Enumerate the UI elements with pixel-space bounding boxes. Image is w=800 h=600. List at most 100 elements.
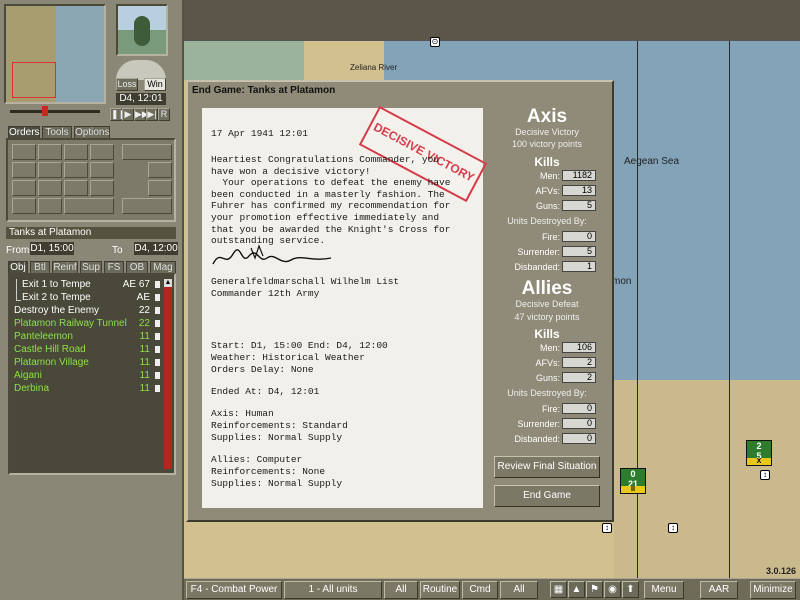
unit-counter[interactable]: 0 21 II bbox=[620, 468, 646, 494]
objectives-scrollbar[interactable] bbox=[164, 279, 172, 469]
cmd-button[interactable]: Cmd bbox=[462, 581, 498, 599]
time-slider[interactable] bbox=[10, 110, 100, 113]
results-panel: Axis Decisive Victory 100 victory points… bbox=[488, 102, 606, 502]
order-button[interactable] bbox=[38, 180, 62, 196]
order-button[interactable] bbox=[12, 162, 36, 178]
unit-icon[interactable]: ⚑ bbox=[586, 581, 603, 598]
left-panel: Loss Win D4, 12:01 ❚❚ ▶ ▶▶ ▶| R Orders T… bbox=[0, 0, 184, 600]
letter-date: 17 Apr 1941 12:01 bbox=[211, 128, 308, 139]
objective-row[interactable]: Destroy the Enemy 22 bbox=[14, 304, 160, 317]
objective-value: 22 bbox=[138, 305, 150, 316]
flag-icon bbox=[155, 320, 160, 327]
signature bbox=[211, 244, 351, 270]
objective-owner: AE bbox=[122, 279, 137, 290]
order-button[interactable] bbox=[90, 180, 114, 196]
pause-icon[interactable]: ❚❚ bbox=[110, 108, 126, 121]
order-button[interactable] bbox=[90, 162, 114, 178]
order-button[interactable] bbox=[38, 162, 62, 178]
replay-button[interactable]: R bbox=[158, 108, 170, 121]
menu-button[interactable]: Menu bbox=[644, 581, 684, 599]
allies-kills-heading: Kills bbox=[534, 327, 560, 341]
map-grid-line bbox=[729, 40, 730, 578]
map-grid-line bbox=[637, 40, 638, 578]
letter-axis-player: Axis: Human bbox=[211, 408, 274, 419]
order-button[interactable] bbox=[64, 180, 88, 196]
all-cmd-button[interactable]: All bbox=[500, 581, 538, 599]
combat-power-button[interactable]: F4 - Combat Power bbox=[186, 581, 282, 599]
order-button[interactable] bbox=[64, 162, 88, 178]
objective-row[interactable]: Platamon Village 11 bbox=[14, 356, 160, 369]
order-button[interactable] bbox=[38, 144, 62, 160]
axis-afvs-label: AFVs: bbox=[535, 186, 560, 196]
objective-value: 67 bbox=[138, 279, 150, 290]
objective-value: 11 bbox=[139, 370, 150, 381]
objective-points: 22 bbox=[139, 304, 150, 317]
version-label: 3.0.126 bbox=[765, 566, 796, 576]
objective-name: Platamon Railway Tunnel bbox=[14, 318, 127, 329]
order-button[interactable] bbox=[12, 144, 36, 160]
allies-surrender-label: Surrender: bbox=[517, 419, 560, 429]
axis-destroyed-heading: Units Destroyed By: bbox=[507, 216, 587, 226]
scenario-name: Tanks at Platamon bbox=[6, 227, 176, 239]
scroll-up-icon[interactable]: ▲ bbox=[164, 279, 172, 287]
highlight-icon[interactable]: ◉ bbox=[604, 581, 621, 598]
letter-signer-title: Commander 12th Army bbox=[211, 288, 320, 299]
flag-marker-icon[interactable]: ↕ bbox=[602, 523, 612, 533]
order-button[interactable] bbox=[90, 144, 114, 160]
axis-surrender-label: Surrender: bbox=[517, 247, 560, 257]
order-button[interactable] bbox=[122, 198, 172, 214]
objective-owner: AE bbox=[136, 292, 150, 303]
objective-marker-icon[interactable]: ⊙ bbox=[430, 37, 440, 47]
end-game-button[interactable]: End Game bbox=[494, 485, 600, 507]
objective-row[interactable]: Platamon Railway Tunnel 22 bbox=[14, 317, 160, 330]
objective-points: 11 bbox=[140, 343, 150, 356]
objective-row[interactable]: Castle Hill Road 11 bbox=[14, 343, 160, 356]
aar-button[interactable]: AAR bbox=[700, 581, 738, 599]
to-value: D4, 12:00 bbox=[134, 242, 178, 255]
allies-surrender-value: 0 bbox=[562, 418, 596, 429]
order-button[interactable] bbox=[122, 144, 172, 160]
flag-marker-icon[interactable]: ↕ bbox=[668, 523, 678, 533]
order-button[interactable] bbox=[12, 180, 36, 196]
minimap-viewport bbox=[12, 62, 56, 98]
order-button[interactable] bbox=[12, 198, 36, 214]
objective-row[interactable]: Panteleemon 11 bbox=[14, 330, 160, 343]
order-button[interactable] bbox=[64, 144, 88, 160]
letter-orders-delay: Orders Delay: None bbox=[211, 364, 314, 375]
flag-marker-icon[interactable]: ↕ bbox=[760, 470, 770, 480]
objective-points: 11 bbox=[140, 382, 150, 395]
objective-row[interactable]: Derbina 11 bbox=[14, 382, 160, 395]
skip-icon[interactable]: ▶| bbox=[146, 108, 158, 121]
objective-points: AE 67 bbox=[123, 278, 150, 291]
allies-afvs-label: AFVs: bbox=[535, 358, 560, 368]
terrain-icon[interactable]: ▲ bbox=[568, 581, 585, 598]
axis-result: Decisive Victory bbox=[515, 127, 579, 137]
fast-forward-icon[interactable]: ▶▶ bbox=[134, 108, 149, 121]
order-button[interactable] bbox=[38, 198, 62, 214]
objective-name: Exit 1 to Tempe bbox=[22, 279, 91, 290]
flag-icon bbox=[155, 307, 160, 314]
objective-row[interactable]: Exit 1 to Tempe AE 67 bbox=[22, 278, 160, 291]
town-label: mon bbox=[612, 276, 632, 287]
objective-row[interactable]: Aigani 11 bbox=[14, 369, 160, 382]
order-button[interactable] bbox=[64, 198, 114, 214]
counter-top: 0 bbox=[630, 469, 636, 479]
center-icon[interactable]: ⬆ bbox=[622, 581, 639, 598]
time-slider-handle[interactable] bbox=[42, 106, 48, 116]
unit-counter[interactable]: 2 5 X bbox=[746, 440, 772, 466]
routine-button[interactable]: Routine bbox=[420, 581, 460, 599]
all-units-button[interactable]: 1 - All units bbox=[284, 581, 382, 599]
allies-result: Decisive Defeat bbox=[515, 299, 579, 309]
review-final-situation-button[interactable]: Review Final Situation bbox=[494, 456, 600, 478]
objective-row[interactable]: Exit 2 to Tempe AE bbox=[22, 291, 160, 304]
signature-drawing bbox=[212, 244, 332, 265]
axis-afvs-value: 13 bbox=[562, 185, 596, 196]
minimap[interactable] bbox=[4, 4, 106, 104]
all-filter-button[interactable]: All bbox=[384, 581, 418, 599]
objective-name: Platamon Village bbox=[14, 357, 89, 368]
objective-name: Panteleemon bbox=[14, 331, 73, 342]
hex-grid-icon[interactable]: ▦ bbox=[550, 581, 567, 598]
minimize-button[interactable]: Minimize bbox=[750, 581, 796, 599]
play-icon[interactable]: ▶ bbox=[122, 108, 134, 121]
axis-guns-value: 5 bbox=[562, 200, 596, 211]
